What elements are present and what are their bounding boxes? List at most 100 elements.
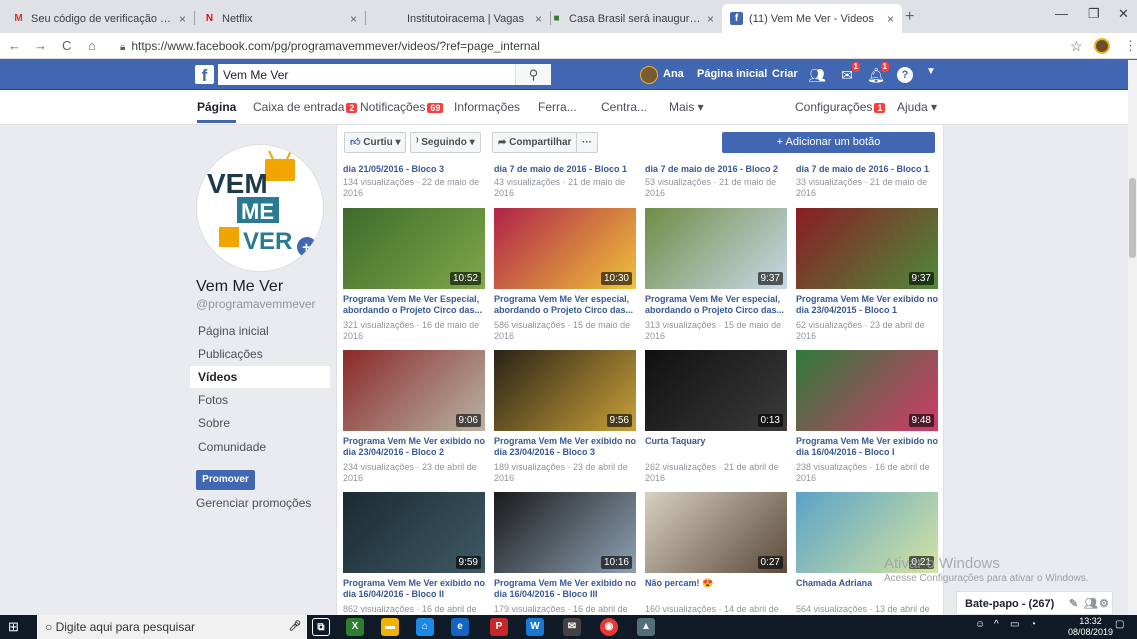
word-icon[interactable]: W	[526, 618, 544, 636]
video-thumbnail[interactable]: 10:16	[494, 492, 636, 573]
chat-bar[interactable]: Bate-papo - (267) ✎ 👥︎ ⚙	[956, 591, 1113, 615]
new-tab-button[interactable]: +	[905, 8, 914, 26]
messenger-icon[interactable]: ✉︎ 1	[837, 62, 860, 85]
group-icon[interactable]: 👥︎	[1084, 592, 1098, 616]
page-profile-picture[interactable]: VEM ME VER +	[196, 144, 324, 272]
close-tab-icon[interactable]: ×	[350, 12, 357, 26]
share-button[interactable]: ➦ Compartilhar	[492, 132, 578, 153]
video-title[interactable]: Programa Vem Me Ver exibido no dia 23/04…	[343, 436, 487, 458]
powerpoint-icon[interactable]: P	[490, 618, 508, 636]
friend-requests-icon[interactable]: 👥︎	[807, 65, 827, 85]
edge-icon[interactable]: e	[451, 618, 469, 636]
microphone-icon[interactable]: 🎤︎	[286, 618, 304, 636]
chrome-icon[interactable]: ◉	[600, 618, 618, 636]
bookmark-star-icon[interactable]: ☆	[1070, 38, 1083, 55]
video-title[interactable]: Programa Vem Me Ver exibido no dia 16/04…	[494, 578, 638, 600]
compose-icon[interactable]: ✎	[1069, 592, 1078, 616]
scrollbar-thumb[interactable]	[1129, 178, 1136, 258]
forward-icon[interactable]: →	[34, 38, 47, 53]
browser-tab[interactable]: Institutoiracema | Vagas ×	[380, 4, 550, 33]
tray-expand-icon[interactable]: ^	[994, 619, 999, 630]
page-tab[interactable]: Página	[197, 100, 236, 114]
profile-avatar[interactable]	[1094, 38, 1110, 54]
close-tab-icon[interactable]: ×	[179, 12, 186, 26]
wifi-icon[interactable]: ◔	[1030, 619, 1036, 630]
create-link[interactable]: Criar	[772, 68, 798, 80]
video-title[interactable]: Programa Vem Me Ver Especial, abordando …	[343, 294, 487, 316]
browser-tab[interactable]: f (11) Vem Me Ver - Videos ×	[722, 4, 902, 33]
page-tab[interactable]: Ajuda ▾	[897, 100, 937, 114]
video-title[interactable]: Programa Vem Me Ver especial, abordando …	[645, 294, 789, 316]
store-icon[interactable]: ⌂	[416, 618, 434, 636]
excel-icon[interactable]: X	[346, 618, 364, 636]
video-thumbnail[interactable]: 10:30	[494, 208, 636, 289]
home-link[interactable]: Página inicial	[697, 68, 767, 80]
search-icon[interactable]: ⚲	[515, 64, 551, 85]
video-thumbnail[interactable]: 9:59	[343, 492, 485, 573]
add-button-cta[interactable]: + Adicionar um botão	[722, 132, 935, 153]
video-thumbnail[interactable]: 0:27	[645, 492, 787, 573]
taskbar-search[interactable]: ○ Digite aqui para pesquisar	[37, 615, 307, 639]
browser-tab[interactable]: N Netflix ×	[195, 4, 365, 33]
people-icon[interactable]: ☺	[975, 619, 985, 630]
page-tab[interactable]: Ferra...	[538, 100, 577, 114]
video-thumbnail[interactable]: 0:13	[645, 350, 787, 431]
video-title[interactable]: Curta Taquary	[645, 436, 789, 447]
video-title[interactable]: Programa Vem Me Ver exibido no dia 16/04…	[343, 578, 487, 600]
video-title[interactable]: Programa Vem Me Ver especial, abordando …	[494, 294, 638, 316]
video-thumbnail[interactable]: 9:48	[796, 350, 938, 431]
settings-gear-icon[interactable]: ⚙	[1099, 592, 1109, 616]
system-clock[interactable]: 13:32 08/08/2019	[1068, 616, 1113, 638]
follow-button[interactable]: ⁾ Seguindo ▾	[410, 132, 481, 153]
like-button[interactable]: 👍︎ Curtiu ▾	[344, 132, 407, 153]
notifications-bell-icon[interactable]: 🔔︎ 1	[866, 62, 889, 85]
close-window-button[interactable]: ✕	[1118, 6, 1129, 22]
account-menu-caret-icon[interactable]: ▼	[926, 66, 936, 77]
notification-center-icon[interactable]: ▢	[1115, 619, 1124, 630]
maximize-button[interactable]: ❐	[1088, 6, 1100, 22]
promote-button[interactable]: Promover	[196, 470, 255, 490]
browser-tab[interactable]: M Seu código de verificação do Yah ×	[4, 4, 194, 33]
sidebar-item[interactable]: Vídeos	[190, 366, 330, 388]
page-tab[interactable]: Notificações 69	[360, 100, 444, 114]
home-icon[interactable]: ⌂	[88, 38, 96, 53]
sidebar-item[interactable]: Publicações	[190, 343, 330, 365]
sidebar-item[interactable]: Fotos	[190, 389, 330, 411]
video-title[interactable]: dia 7 de maio de 2016 - Bloco 2	[645, 164, 789, 175]
file-explorer-icon[interactable]: ▬	[381, 618, 399, 636]
manage-promotions-link[interactable]: Gerenciar promoções	[196, 496, 311, 510]
mail-icon[interactable]: ✉	[563, 618, 581, 636]
video-title[interactable]: dia 7 de maio de 2016 - Bloco 1	[796, 164, 940, 175]
close-tab-icon[interactable]: ×	[707, 12, 714, 26]
video-title[interactable]: dia 21/05/2016 - Bloco 3	[343, 164, 487, 175]
more-options-button[interactable]: ···	[576, 132, 598, 153]
task-view-icon[interactable]: ⧉	[312, 618, 330, 636]
sidebar-item[interactable]: Página inicial	[190, 320, 330, 342]
video-title[interactable]: Não percam! 😍	[645, 578, 789, 589]
windows-start-icon[interactable]: ⊞	[8, 619, 19, 635]
user-avatar[interactable]	[640, 66, 658, 84]
video-thumbnail[interactable]: 9:37	[796, 208, 938, 289]
search-input[interactable]	[218, 64, 518, 85]
help-icon[interactable]: ?	[897, 67, 913, 83]
video-thumbnail[interactable]: 9:56	[494, 350, 636, 431]
video-title[interactable]: Programa Vem Me Ver exibido no dia 23/04…	[796, 294, 940, 316]
close-tab-icon[interactable]: ×	[887, 12, 894, 26]
video-thumbnail[interactable]: 9:37	[645, 208, 787, 289]
reload-icon[interactable]: C	[62, 38, 71, 53]
facebook-logo-icon[interactable]: f	[195, 65, 214, 85]
url-field[interactable]: 🔒︎ https://www.facebook.com/pg/programave…	[120, 39, 540, 53]
page-name[interactable]: Vem Me Ver	[196, 278, 283, 296]
user-name-link[interactable]: Ana	[663, 68, 684, 80]
video-title[interactable]: dia 7 de maio de 2016 - Bloco 1	[494, 164, 638, 175]
browser-tab[interactable]: ■ Casa Brasil será inaugurada - Inst ×	[542, 4, 722, 33]
video-title[interactable]: Programa Vem Me Ver exibido no dia 16/04…	[796, 436, 940, 458]
scrollbar[interactable]	[1128, 60, 1137, 615]
video-thumbnail[interactable]: 9:06	[343, 350, 485, 431]
page-handle[interactable]: @programavemmever	[196, 297, 316, 311]
menu-kebab-icon[interactable]: ⋮	[1124, 38, 1137, 54]
sidebar-item[interactable]: Comunidade	[190, 436, 330, 458]
minimize-button[interactable]: —	[1055, 6, 1068, 21]
page-tab[interactable]: Configurações 1	[795, 100, 886, 114]
sidebar-item[interactable]: Sobre	[190, 412, 330, 434]
